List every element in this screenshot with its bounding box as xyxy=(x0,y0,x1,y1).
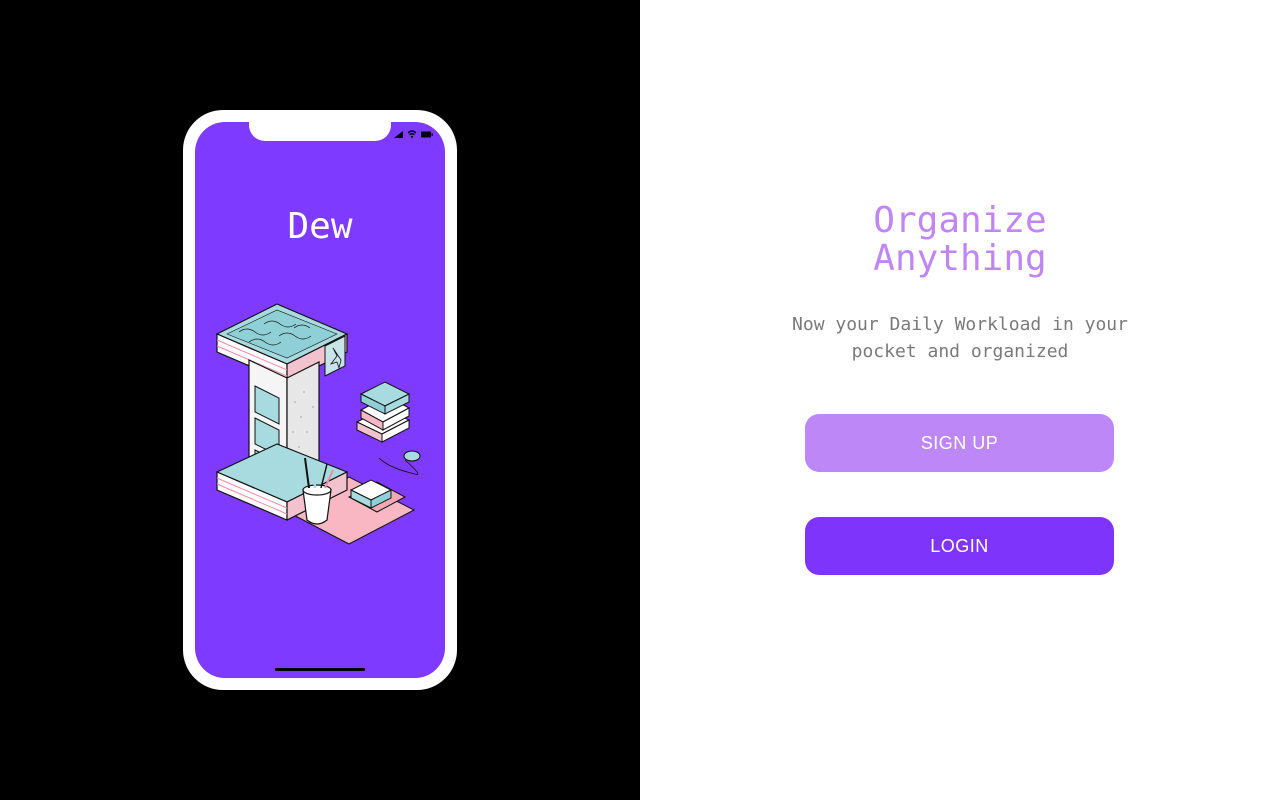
onboarding-panel: Organize Anything Now your Daily Workloa… xyxy=(640,0,1280,800)
app-name: Dew xyxy=(287,206,353,247)
home-indicator xyxy=(275,668,365,671)
isometric-letter-i-desk-illustration xyxy=(215,303,421,545)
phone-notch xyxy=(249,122,391,141)
subtitle: Now your Daily Workload in your pocket a… xyxy=(792,314,1128,362)
status-bar xyxy=(394,130,433,138)
app-stage: Dew Organize Anything Now your Daily Wor… xyxy=(0,0,1280,800)
phone-mockup: Dew xyxy=(183,110,457,690)
battery-icon xyxy=(421,131,433,137)
wifi-icon xyxy=(407,130,417,138)
login-button[interactable]: LOGIN xyxy=(805,517,1114,575)
phone-screen: Dew xyxy=(195,122,445,678)
sign-up-button[interactable]: SIGN UP xyxy=(805,414,1114,472)
headline: Organize Anything xyxy=(873,200,1047,279)
device-preview-panel: Dew xyxy=(0,0,640,800)
signal-icon xyxy=(394,130,403,138)
